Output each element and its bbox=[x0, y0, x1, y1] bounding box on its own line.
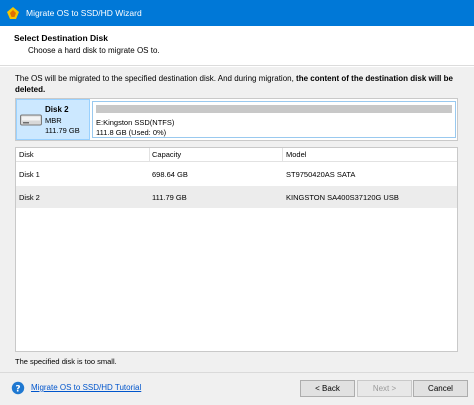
hard-disk-icon bbox=[20, 114, 42, 126]
next-button[interactable]: Next > bbox=[357, 380, 412, 397]
page-title: Select Destination Disk bbox=[14, 33, 109, 43]
cell-disk: Disk 1 bbox=[19, 170, 40, 179]
disk-size: 111.79 GB bbox=[45, 126, 80, 135]
disk-table: Disk Capacity Model Disk 1 698.64 GB ST9… bbox=[15, 147, 458, 352]
cell-capacity: 698.64 GB bbox=[152, 170, 188, 179]
disk-name: Disk 2 bbox=[45, 105, 69, 114]
selected-disk-block[interactable]: Disk 2 MBR 111.79 GB bbox=[16, 99, 90, 140]
partition-block[interactable]: E:Kingston SSD(NTFS) 111.8 GB (Used: 0%) bbox=[92, 101, 456, 138]
partition-usage: 111.8 GB (Used: 0%) bbox=[96, 128, 167, 137]
partition-usage-bar bbox=[96, 105, 452, 113]
cell-capacity: 111.79 GB bbox=[152, 193, 187, 202]
wizard-content: The OS will be migrated to the specified… bbox=[0, 67, 474, 372]
migration-notice: The OS will be migrated to the specified… bbox=[15, 73, 463, 95]
wizard-header: Select Destination Disk Choose a hard di… bbox=[0, 26, 474, 66]
tutorial-link[interactable]: Migrate OS to SSD/HD Tutorial bbox=[31, 383, 141, 392]
help-icon[interactable]: ? bbox=[11, 381, 25, 395]
table-header: Disk Capacity Model bbox=[16, 148, 457, 162]
window-title: Migrate OS to SSD/HD Wizard bbox=[26, 8, 142, 18]
page-subtitle: Choose a hard disk to migrate OS to. bbox=[28, 46, 160, 55]
partition-label: E:Kingston SSD(NTFS) bbox=[96, 118, 175, 127]
column-header-model[interactable]: Model bbox=[286, 150, 306, 159]
svg-text:?: ? bbox=[15, 384, 20, 394]
column-header-disk[interactable]: Disk bbox=[19, 150, 34, 159]
column-header-capacity[interactable]: Capacity bbox=[152, 150, 181, 159]
table-row[interactable]: Disk 2 111.79 GB KINGSTON SA400S37120G U… bbox=[16, 186, 457, 208]
column-divider[interactable] bbox=[282, 148, 283, 162]
status-message: The specified disk is too small. bbox=[15, 357, 117, 366]
notice-text: The OS will be migrated to the specified… bbox=[15, 74, 297, 83]
column-divider[interactable] bbox=[149, 148, 150, 162]
back-button[interactable]: < Back bbox=[300, 380, 355, 397]
cell-model: KINGSTON SA400S37120G USB bbox=[286, 193, 399, 202]
cell-disk: Disk 2 bbox=[19, 193, 40, 202]
cell-model: ST9750420AS SATA bbox=[286, 170, 356, 179]
table-row[interactable]: Disk 1 698.64 GB ST9750420AS SATA bbox=[16, 163, 457, 185]
disk-map-panel: Disk 2 MBR 111.79 GB E:Kingston SSD(NTFS… bbox=[15, 98, 458, 141]
wizard-footer: ? Migrate OS to SSD/HD Tutorial < Back N… bbox=[0, 372, 474, 405]
title-bar: Migrate OS to SSD/HD Wizard bbox=[0, 0, 474, 26]
disk-type: MBR bbox=[45, 116, 62, 125]
cancel-button[interactable]: Cancel bbox=[413, 380, 468, 397]
app-logo-icon bbox=[7, 7, 19, 19]
close-button[interactable] bbox=[444, 0, 474, 26]
